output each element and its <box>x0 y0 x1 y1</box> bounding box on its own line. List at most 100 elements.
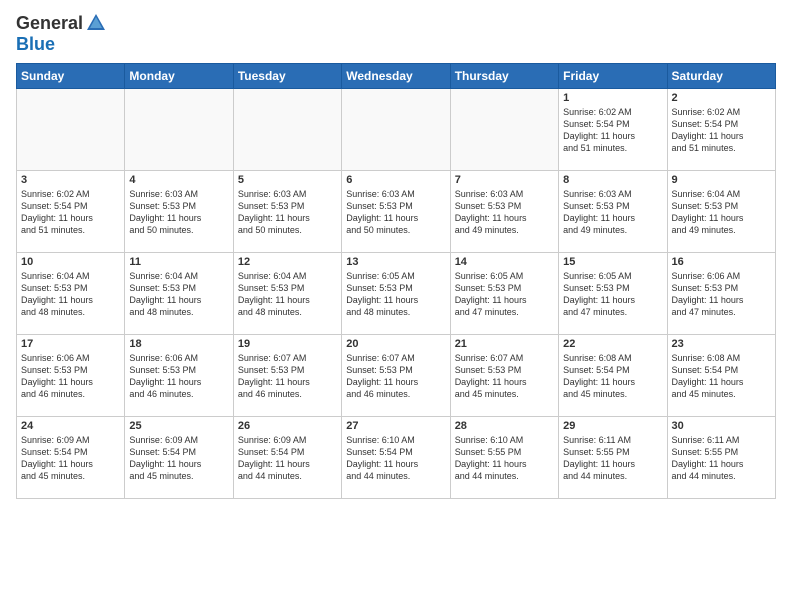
calendar-header-row: SundayMondayTuesdayWednesdayThursdayFrid… <box>17 64 776 89</box>
calendar-cell: 14Sunrise: 6:05 AM Sunset: 5:53 PM Dayli… <box>450 253 558 335</box>
weekday-header: Saturday <box>667 64 775 89</box>
day-info: Sunrise: 6:02 AM Sunset: 5:54 PM Dayligh… <box>672 106 771 155</box>
day-number: 21 <box>455 338 554 350</box>
calendar-week-row: 1 Sunrise: 6:02 AM Sunset: 5:54 PM Daylig… <box>17 89 776 171</box>
calendar-cell: 6Sunrise: 6:03 AM Sunset: 5:53 PM Daylig… <box>342 171 450 253</box>
day-info: Sunrise: 6:04 AM Sunset: 5:53 PM Dayligh… <box>238 270 337 319</box>
day-number: 10 <box>21 256 120 268</box>
day-number: 23 <box>672 338 771 350</box>
calendar-week-row: 10 Sunrise: 6:04 AM Sunset: 5:53 PM Dayli… <box>17 253 776 335</box>
day-info: Sunrise: 6:10 AM Sunset: 5:54 PM Dayligh… <box>346 434 445 483</box>
day-number: 3 <box>21 174 120 186</box>
weekday-header: Tuesday <box>233 64 341 89</box>
day-info: Sunrise: 6:07 AM Sunset: 5:53 PM Dayligh… <box>238 352 337 401</box>
day-info: Sunrise: 6:04 AM Sunset: 5:53 PM Dayligh… <box>21 270 120 319</box>
day-number: 2 <box>672 92 771 104</box>
calendar-cell: 1 Sunrise: 6:02 AM Sunset: 5:54 PM Daylig… <box>559 89 667 171</box>
calendar-cell: 28Sunrise: 6:10 AM Sunset: 5:55 PM Dayli… <box>450 417 558 499</box>
header: General Blue <box>16 12 776 55</box>
day-number: 20 <box>346 338 445 350</box>
day-number: 27 <box>346 420 445 432</box>
day-number: 5 <box>238 174 337 186</box>
day-info: Sunrise: 6:06 AM Sunset: 5:53 PM Dayligh… <box>21 352 120 401</box>
day-number: 6 <box>346 174 445 186</box>
calendar-cell: 15 Sunrise: 6:05 AM Sunset: 5:53 PM Dayli… <box>559 253 667 335</box>
logo-icon <box>85 12 107 34</box>
calendar-cell: 29 Sunrise: 6:11 AM Sunset: 5:55 PM Dayli… <box>559 417 667 499</box>
day-info: Sunrise: 6:04 AM Sunset: 5:53 PM Dayligh… <box>672 188 771 237</box>
calendar-cell: 18 Sunrise: 6:06 AM Sunset: 5:53 PM Dayli… <box>125 335 233 417</box>
day-info: Sunrise: 6:07 AM Sunset: 5:53 PM Dayligh… <box>346 352 445 401</box>
weekday-header: Friday <box>559 64 667 89</box>
day-number: 16 <box>672 256 771 268</box>
day-number: 9 <box>672 174 771 186</box>
day-number: 15 <box>563 256 662 268</box>
day-number: 4 <box>129 174 228 186</box>
calendar-cell: 26Sunrise: 6:09 AM Sunset: 5:54 PM Dayli… <box>233 417 341 499</box>
weekday-header: Wednesday <box>342 64 450 89</box>
calendar-cell: 30 Sunrise: 6:11 AM Sunset: 5:55 PM Dayli… <box>667 417 775 499</box>
calendar-cell: 13 Sunrise: 6:05 AM Sunset: 5:53 PM Dayli… <box>342 253 450 335</box>
day-info: Sunrise: 6:05 AM Sunset: 5:53 PM Dayligh… <box>346 270 445 319</box>
day-number: 14 <box>455 256 554 268</box>
calendar-cell: 5Sunrise: 6:03 AM Sunset: 5:53 PM Daylig… <box>233 171 341 253</box>
day-number: 25 <box>129 420 228 432</box>
calendar-cell: 9 Sunrise: 6:04 AM Sunset: 5:53 PM Daylig… <box>667 171 775 253</box>
calendar-cell: 17 Sunrise: 6:06 AM Sunset: 5:53 PM Dayli… <box>17 335 125 417</box>
day-info: Sunrise: 6:11 AM Sunset: 5:55 PM Dayligh… <box>563 434 662 483</box>
day-info: Sunrise: 6:03 AM Sunset: 5:53 PM Dayligh… <box>563 188 662 237</box>
calendar-cell <box>17 89 125 171</box>
weekday-header: Sunday <box>17 64 125 89</box>
calendar-cell: 7 Sunrise: 6:03 AM Sunset: 5:53 PM Daylig… <box>450 171 558 253</box>
calendar-cell: 4 Sunrise: 6:03 AM Sunset: 5:53 PM Daylig… <box>125 171 233 253</box>
day-info: Sunrise: 6:03 AM Sunset: 5:53 PM Dayligh… <box>455 188 554 237</box>
day-number: 12 <box>238 256 337 268</box>
day-number: 7 <box>455 174 554 186</box>
page: General Blue SundayMondayTuesdayWednesda… <box>0 0 792 612</box>
logo-blue-text: Blue <box>16 34 55 55</box>
logo: General Blue <box>16 12 107 55</box>
day-number: 29 <box>563 420 662 432</box>
calendar-cell: 27 Sunrise: 6:10 AM Sunset: 5:54 PM Dayli… <box>342 417 450 499</box>
calendar-week-row: 17 Sunrise: 6:06 AM Sunset: 5:53 PM Dayli… <box>17 335 776 417</box>
calendar-cell: 12 Sunrise: 6:04 AM Sunset: 5:53 PM Dayli… <box>233 253 341 335</box>
day-info: Sunrise: 6:06 AM Sunset: 5:53 PM Dayligh… <box>672 270 771 319</box>
day-number: 13 <box>346 256 445 268</box>
calendar-cell: 20 Sunrise: 6:07 AM Sunset: 5:53 PM Dayli… <box>342 335 450 417</box>
day-info: Sunrise: 6:08 AM Sunset: 5:54 PM Dayligh… <box>672 352 771 401</box>
calendar-cell: 19 Sunrise: 6:07 AM Sunset: 5:53 PM Dayli… <box>233 335 341 417</box>
calendar-week-row: 3Sunrise: 6:02 AM Sunset: 5:54 PM Daylig… <box>17 171 776 253</box>
day-info: Sunrise: 6:03 AM Sunset: 5:53 PM Dayligh… <box>129 188 228 237</box>
day-number: 8 <box>563 174 662 186</box>
calendar-cell: 21 Sunrise: 6:07 AM Sunset: 5:53 PM Dayli… <box>450 335 558 417</box>
calendar-week-row: 24 Sunrise: 6:09 AM Sunset: 5:54 PM Dayli… <box>17 417 776 499</box>
day-info: Sunrise: 6:09 AM Sunset: 5:54 PM Dayligh… <box>21 434 120 483</box>
day-info: Sunrise: 6:09 AM Sunset: 5:54 PM Dayligh… <box>238 434 337 483</box>
calendar-cell: 11 Sunrise: 6:04 AM Sunset: 5:53 PM Dayli… <box>125 253 233 335</box>
day-number: 11 <box>129 256 228 268</box>
day-number: 30 <box>672 420 771 432</box>
calendar-cell <box>233 89 341 171</box>
logo-general-text: General <box>16 13 83 34</box>
day-info: Sunrise: 6:04 AM Sunset: 5:53 PM Dayligh… <box>129 270 228 319</box>
day-info: Sunrise: 6:06 AM Sunset: 5:53 PM Dayligh… <box>129 352 228 401</box>
calendar-cell: 24 Sunrise: 6:09 AM Sunset: 5:54 PM Dayli… <box>17 417 125 499</box>
calendar-cell <box>450 89 558 171</box>
day-number: 28 <box>455 420 554 432</box>
day-number: 24 <box>21 420 120 432</box>
day-info: Sunrise: 6:09 AM Sunset: 5:54 PM Dayligh… <box>129 434 228 483</box>
day-number: 1 <box>563 92 662 104</box>
calendar-cell <box>125 89 233 171</box>
calendar: SundayMondayTuesdayWednesdayThursdayFrid… <box>16 63 776 499</box>
day-number: 19 <box>238 338 337 350</box>
day-number: 22 <box>563 338 662 350</box>
calendar-cell: 16 Sunrise: 6:06 AM Sunset: 5:53 PM Dayli… <box>667 253 775 335</box>
day-number: 17 <box>21 338 120 350</box>
day-info: Sunrise: 6:11 AM Sunset: 5:55 PM Dayligh… <box>672 434 771 483</box>
day-info: Sunrise: 6:05 AM Sunset: 5:53 PM Dayligh… <box>563 270 662 319</box>
calendar-cell: 2 Sunrise: 6:02 AM Sunset: 5:54 PM Daylig… <box>667 89 775 171</box>
day-number: 18 <box>129 338 228 350</box>
day-info: Sunrise: 6:08 AM Sunset: 5:54 PM Dayligh… <box>563 352 662 401</box>
day-info: Sunrise: 6:07 AM Sunset: 5:53 PM Dayligh… <box>455 352 554 401</box>
day-info: Sunrise: 6:02 AM Sunset: 5:54 PM Dayligh… <box>563 106 662 155</box>
